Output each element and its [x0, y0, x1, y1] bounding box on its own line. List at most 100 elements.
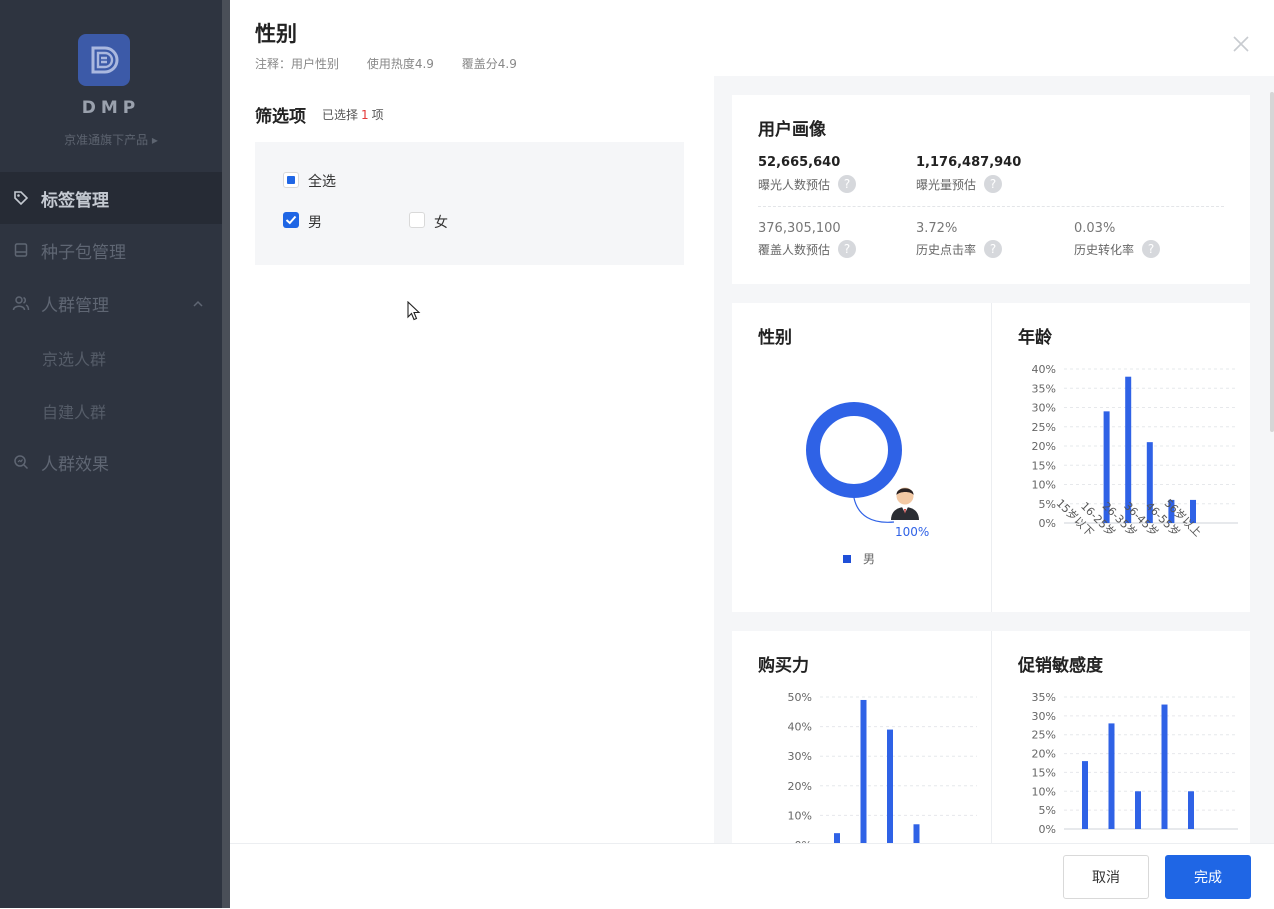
age-chart-title: 年龄 — [1018, 328, 1052, 348]
filter-options-box: 全选 男 女 — [255, 142, 684, 265]
dmp-logo-icon[interactable] — [78, 34, 130, 86]
filter-selected-count: 已选择 1 项 — [322, 108, 384, 122]
age-bar-chart: 0%5%10%15%20%25%30%35%40%15岁以下16-25岁26-3… — [1032, 363, 1238, 539]
bar[interactable] — [1161, 704, 1168, 829]
gender-percent-label: 100% — [895, 525, 930, 539]
ctr-label: 历史点击率? — [916, 240, 1003, 258]
tag-detail-drawer: 性别 注释：用户性别 使用热度4.9 覆盖分4.9 筛选项 已选择 1 项 全选 男… — [230, 0, 1274, 909]
package-icon — [12, 242, 30, 258]
help-icon[interactable]: ? — [838, 240, 857, 258]
male-label[interactable]: 男 — [308, 212, 322, 232]
sidebar-item-seed-package[interactable]: 种子包管理 — [0, 224, 222, 276]
help-icon[interactable]: ? — [984, 240, 1003, 258]
select-all-label[interactable]: 全选 — [308, 171, 336, 191]
promo-sensitivity-bar-chart: 0% 5% 10% 15% 20% 25% 30% 35% — [1032, 691, 1238, 836]
y-tick-label: 15% — [1032, 766, 1056, 779]
y-tick-label: 15% — [1032, 459, 1056, 472]
gender-donut-chart — [806, 402, 919, 523]
user-profile-card: 用户画像 52,665,640 曝光人数预估? 1,176,487,940 曝光… — [732, 95, 1250, 284]
tag-note: 注释：用户性别 — [255, 57, 340, 71]
exposure-users-value: 52,665,640 — [758, 155, 841, 170]
sidebar-item-crowd-management[interactable]: 人群管理 — [0, 277, 222, 329]
donut-slice-male[interactable] — [806, 402, 902, 498]
gender-legend[interactable]: 男 — [843, 550, 875, 567]
legend-label-male: 男 — [863, 552, 876, 566]
promo-sensitivity-title: 促销敏感度 — [1018, 656, 1103, 676]
y-tick-label: 5% — [1039, 804, 1056, 817]
y-tick-label: 25% — [1032, 729, 1056, 742]
page-title: 性别 — [255, 22, 297, 46]
help-icon[interactable]: ? — [984, 175, 1003, 193]
male-checkbox[interactable] — [283, 212, 299, 228]
tag-meta: 注释：用户性别 使用热度4.9 覆盖分4.9 — [255, 55, 541, 72]
gender-age-card: 性别 100% 男 年龄 0% 5% 10% 15% 20% 25% 30% 35% 40 — [732, 303, 1250, 612]
indeterminate-mark-icon — [287, 176, 295, 184]
sidebar: DMP 京准通旗下产品 ▸ 标签管理 种子包管理 人群管理 京选人群 自建人群 … — [0, 0, 222, 908]
y-tick-label: 30% — [788, 750, 812, 763]
help-icon[interactable]: ? — [1142, 240, 1161, 258]
sidebar-item-tag-management[interactable]: 标签管理 — [0, 172, 222, 224]
help-icon[interactable]: ? — [838, 175, 857, 193]
female-label[interactable]: 女 — [434, 212, 448, 232]
cancel-button[interactable]: 取消 — [1063, 855, 1149, 899]
sidebar-item-crowd-effect[interactable]: 人群效果 — [0, 436, 222, 488]
y-tick-label: 0% — [1039, 517, 1056, 530]
tag-coverage: 覆盖分4.9 — [461, 57, 517, 71]
bar[interactable] — [887, 729, 893, 844]
chart-search-icon — [12, 454, 30, 470]
analytics-panel: 用户画像 52,665,640 曝光人数预估? 1,176,487,940 曝光… — [714, 76, 1274, 844]
male-avatar-icon — [891, 487, 919, 520]
sidebar-item-label: 标签管理 — [41, 190, 109, 211]
product-switcher[interactable]: 京准通旗下产品 ▸ — [0, 131, 222, 148]
users-icon — [12, 295, 30, 311]
confirm-button[interactable]: 完成 — [1165, 855, 1251, 899]
y-tick-label: 40% — [788, 721, 812, 734]
sidebar-item-label: 种子包管理 — [41, 242, 126, 263]
y-tick-label: 20% — [1032, 748, 1056, 761]
sidebar-item-label: 人群管理 — [41, 295, 109, 316]
y-tick-label: 30% — [1032, 710, 1056, 723]
check-icon — [285, 215, 297, 225]
logo-text: DMP — [81, 98, 141, 118]
y-tick-label: 5% — [1039, 498, 1056, 511]
select-all-checkbox[interactable] — [283, 172, 299, 188]
exposure-volume-label: 曝光量预估? — [916, 175, 1003, 193]
bar[interactable] — [1135, 791, 1141, 829]
mouse-cursor-icon — [407, 301, 421, 321]
bar[interactable] — [1082, 761, 1088, 829]
cvr-label: 历史转化率? — [1074, 240, 1161, 258]
cvr-value: 0.03% — [1074, 221, 1116, 236]
y-tick-label: 20% — [788, 780, 812, 793]
y-tick-label: 10% — [1032, 479, 1056, 492]
bar[interactable] — [1108, 723, 1115, 829]
bar[interactable] — [913, 824, 920, 844]
coverage-users-value: 376,305,100 — [758, 221, 841, 236]
purchase-promo-card: 购买力 0% 10% 20% 30% 40% 50% 促销敏感度 0% 5% 10% 15% 20… — [732, 631, 1250, 844]
sidebar-item-label: 人群效果 — [41, 454, 109, 475]
purchase-power-bar-chart: 0%10%20%30%40%50% — [788, 691, 977, 844]
close-icon[interactable] — [1231, 34, 1251, 54]
female-checkbox[interactable] — [409, 212, 425, 228]
y-tick-label: 50% — [788, 691, 812, 704]
exposure-users-label: 曝光人数预估? — [758, 175, 857, 193]
y-tick-label: 25% — [1032, 421, 1056, 434]
sidebar-subitem-jd-crowd[interactable]: 京选人群 — [42, 346, 106, 370]
sidebar-subitem-custom-crowd[interactable]: 自建人群 — [42, 399, 106, 423]
card-separator — [991, 303, 992, 612]
y-tick-label: 10% — [788, 809, 812, 822]
y-tick-label: 20% — [1032, 440, 1056, 453]
bar[interactable] — [860, 699, 867, 844]
bar[interactable] — [1188, 791, 1194, 829]
stats-divider — [758, 206, 1224, 207]
y-tick-label: 40% — [1032, 363, 1056, 376]
y-tick-label: 35% — [1032, 382, 1056, 395]
chevron-up-icon[interactable] — [192, 295, 204, 315]
drawer-overlay-edge — [222, 0, 230, 908]
y-tick-label: 10% — [1032, 785, 1056, 798]
card-separator — [991, 631, 992, 844]
purchase-power-title: 购买力 — [758, 656, 809, 676]
y-tick-label: 30% — [1032, 402, 1056, 415]
tag-heat: 使用热度4.9 — [366, 57, 434, 71]
user-profile-title: 用户画像 — [758, 120, 826, 140]
scrollbar[interactable] — [1270, 92, 1274, 432]
